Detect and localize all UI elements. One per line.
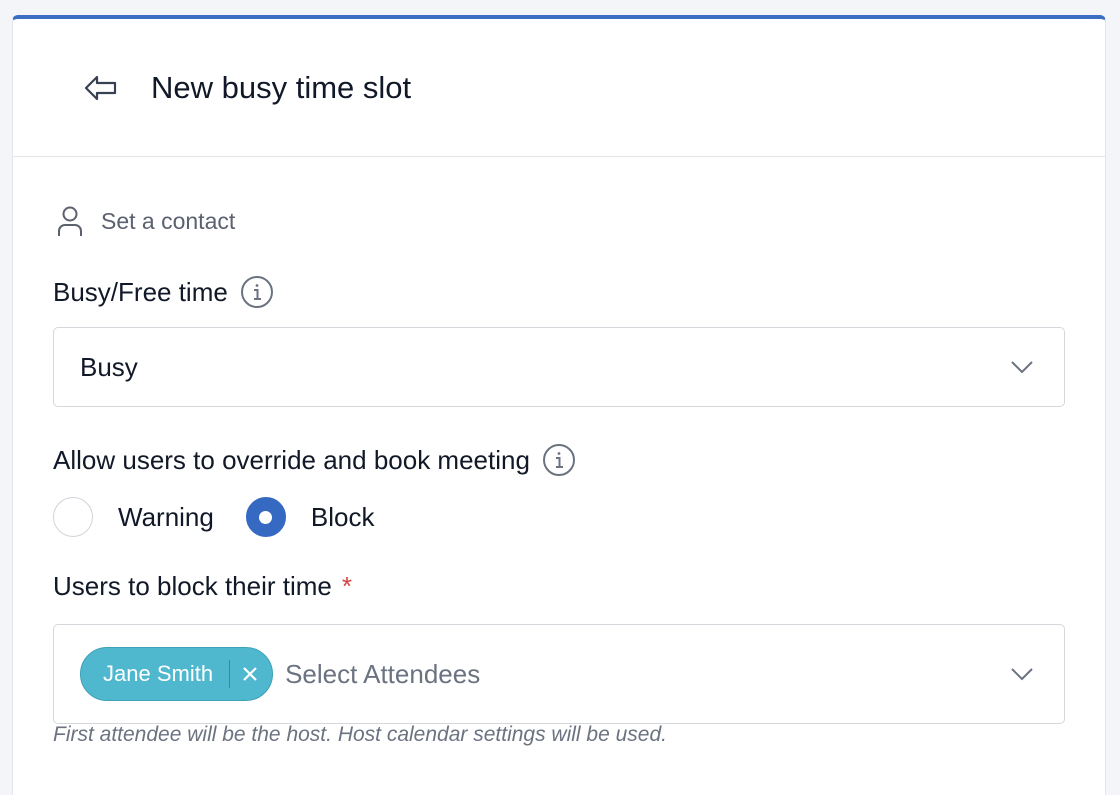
attendees-placeholder: Select Attendees <box>285 658 481 689</box>
radio-block[interactable]: Block <box>245 497 375 537</box>
page-title: New busy time slot <box>151 69 412 105</box>
back-arrow-icon[interactable] <box>83 70 119 106</box>
busy-slot-panel: New busy time slot Set a contact Busy/Fr… <box>12 15 1106 795</box>
users-label-text: Users to block their time <box>53 571 332 601</box>
radio-warning[interactable]: Warning <box>53 497 214 537</box>
attendee-chip-label: Jane Smith <box>103 661 214 686</box>
attendees-select[interactable]: Jane Smith Select Attendees <box>53 624 1065 724</box>
chevron-down-icon <box>1010 667 1034 681</box>
busy-free-value: Busy <box>80 351 138 382</box>
info-icon[interactable] <box>240 275 274 309</box>
set-contact-button[interactable]: Set a contact <box>57 205 235 237</box>
users-label: Users to block their time * <box>53 571 352 602</box>
required-asterisk: * <box>341 571 352 601</box>
override-label: Allow users to override and book meeting <box>53 443 576 477</box>
set-contact-label: Set a contact <box>101 207 236 234</box>
attendee-chip: Jane Smith <box>80 647 274 701</box>
close-icon[interactable] <box>242 666 258 682</box>
busy-free-label-text: Busy/Free time <box>53 276 228 307</box>
override-radio-group: Warning Block <box>53 497 374 537</box>
panel-header: New busy time slot <box>13 19 1105 157</box>
chip-divider <box>229 660 231 688</box>
radio-warning-circle[interactable] <box>53 497 93 537</box>
busy-free-select[interactable]: Busy <box>53 327 1065 407</box>
override-label-text: Allow users to override and book meeting <box>53 444 530 475</box>
info-icon[interactable] <box>542 443 576 477</box>
busy-free-label: Busy/Free time <box>53 275 274 309</box>
radio-block-label: Block <box>310 501 375 532</box>
radio-warning-label: Warning <box>118 501 214 532</box>
attendees-helper-text: First attendee will be the host. Host ca… <box>53 723 667 746</box>
person-icon <box>57 205 83 237</box>
radio-block-circle[interactable] <box>245 497 286 537</box>
chevron-down-icon <box>1010 360 1034 374</box>
